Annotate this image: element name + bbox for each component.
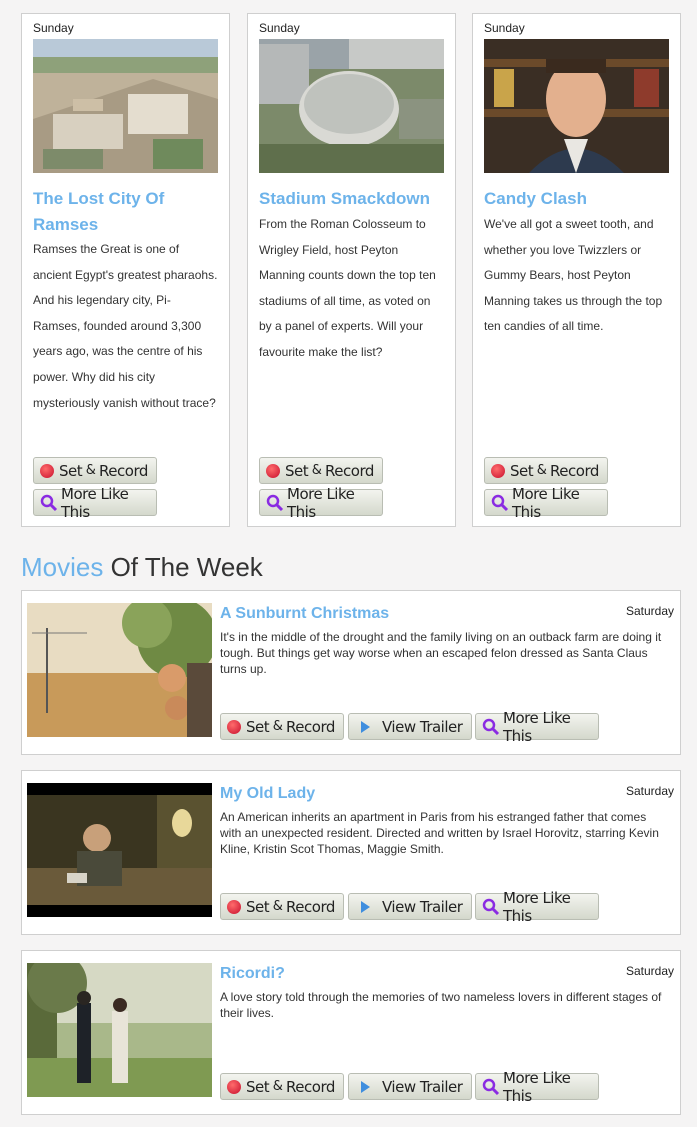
show-thumbnail[interactable] [259, 39, 444, 173]
movie-title[interactable]: A Sunburnt Christmas [220, 605, 389, 623]
more-like-this-button[interactable]: More Like This [484, 485, 608, 521]
movie-row: A Sunburnt Christmas Saturday It's in th… [21, 590, 681, 755]
play-icon [361, 720, 370, 733]
show-description: From the Roman Colosseum to Wrigley Fiel… [259, 217, 436, 359]
movie-day: Saturday [625, 784, 674, 798]
show-title[interactable]: Stadium Smackdown [259, 186, 444, 212]
set-label: Set [510, 461, 534, 480]
movie-day: Saturday [625, 964, 674, 978]
record-label: Record [286, 717, 335, 736]
movie-title[interactable]: My Old Lady [220, 785, 315, 803]
movie-row: Ricordi? Saturday A love story told thro… [21, 950, 681, 1115]
amp-label: & [269, 1079, 287, 1094]
set-label: Set [59, 461, 83, 480]
more-like-this-label: More Like This [503, 888, 571, 925]
set-record-button[interactable]: Set & Record [220, 1073, 344, 1100]
show-card: Sunday The Lost City Of Ramses Ramses th… [21, 13, 230, 527]
record-label: Record [550, 461, 599, 480]
view-trailer-label: View Trailer [382, 897, 463, 916]
view-trailer-button[interactable]: View Trailer [348, 893, 472, 920]
magnifier-icon [266, 494, 284, 512]
movie-description: A love story told through the memories o… [220, 990, 662, 1020]
movie-row: My Old Lady Saturday An American inherit… [21, 770, 681, 935]
movie-thumbnail[interactable] [27, 783, 212, 917]
record-icon [227, 1079, 241, 1094]
record-icon [227, 899, 241, 914]
movie-description: An American inherits an apartment in Par… [220, 810, 659, 856]
show-card: Sunday Stadium Smackdown From the Roman … [247, 13, 456, 527]
magnifier-icon [482, 718, 500, 736]
show-day: Sunday [259, 21, 300, 35]
magnifier-icon [482, 898, 500, 916]
more-like-this-button[interactable]: More Like This [475, 1069, 599, 1105]
play-icon [361, 1080, 370, 1093]
show-title[interactable]: The Lost City Of Ramses [33, 186, 218, 238]
play-icon [361, 900, 370, 913]
magnifier-icon [40, 494, 58, 512]
record-label: Record [325, 461, 374, 480]
movie-title[interactable]: Ricordi? [220, 965, 285, 983]
section-title: Movies Of The Week [21, 552, 263, 583]
section-title-highlight: Movies [21, 552, 104, 582]
record-icon [491, 463, 505, 478]
show-description: Ramses the Great is one of ancient Egypt… [33, 242, 218, 410]
record-label: Record [99, 461, 148, 480]
set-label: Set [246, 717, 270, 736]
view-trailer-button[interactable]: View Trailer [348, 1073, 472, 1100]
set-label: Set [246, 1077, 270, 1096]
set-record-button[interactable]: Set & Record [259, 457, 383, 484]
more-like-this-label: More Like This [61, 484, 129, 521]
view-trailer-button[interactable]: View Trailer [348, 713, 472, 740]
show-title[interactable]: Candy Clash [484, 186, 669, 212]
movie-description: It's in the middle of the drought and th… [220, 630, 662, 676]
more-like-this-label: More Like This [503, 1068, 571, 1105]
amp-label: & [269, 899, 287, 914]
record-label: Record [286, 1077, 335, 1096]
magnifier-icon [482, 1078, 500, 1096]
record-icon [266, 463, 280, 478]
movie-thumbnail[interactable] [27, 603, 212, 737]
show-card: Sunday Candy Clash We've all got a sweet… [472, 13, 681, 527]
view-trailer-label: View Trailer [382, 1077, 463, 1096]
set-label: Set [246, 897, 270, 916]
more-like-this-button[interactable]: More Like This [33, 485, 157, 521]
record-icon [40, 463, 54, 478]
set-record-button[interactable]: Set & Record [220, 893, 344, 920]
movie-day: Saturday [625, 604, 674, 618]
magnifier-icon [491, 494, 509, 512]
amp-label: & [308, 463, 326, 478]
more-like-this-label: More Like This [287, 484, 355, 521]
show-thumbnail[interactable] [33, 39, 218, 173]
set-label: Set [285, 461, 309, 480]
set-record-button[interactable]: Set & Record [33, 457, 157, 484]
amp-label: & [269, 719, 287, 734]
show-thumbnail[interactable] [484, 39, 669, 173]
amp-label: & [533, 463, 551, 478]
section-title-rest: Of The Week [103, 552, 263, 582]
more-like-this-label: More Like This [503, 708, 571, 745]
more-like-this-label: More Like This [512, 484, 580, 521]
amp-label: & [82, 463, 100, 478]
movie-thumbnail[interactable] [27, 963, 212, 1097]
show-day: Sunday [33, 21, 74, 35]
more-like-this-button[interactable]: More Like This [259, 485, 383, 521]
view-trailer-label: View Trailer [382, 717, 463, 736]
show-day: Sunday [484, 21, 525, 35]
set-record-button[interactable]: Set & Record [484, 457, 608, 484]
show-description: We've all got a sweet tooth, and whether… [484, 217, 663, 334]
more-like-this-button[interactable]: More Like This [475, 889, 599, 925]
record-icon [227, 719, 241, 734]
set-record-button[interactable]: Set & Record [220, 713, 344, 740]
more-like-this-button[interactable]: More Like This [475, 709, 599, 745]
record-label: Record [286, 897, 335, 916]
